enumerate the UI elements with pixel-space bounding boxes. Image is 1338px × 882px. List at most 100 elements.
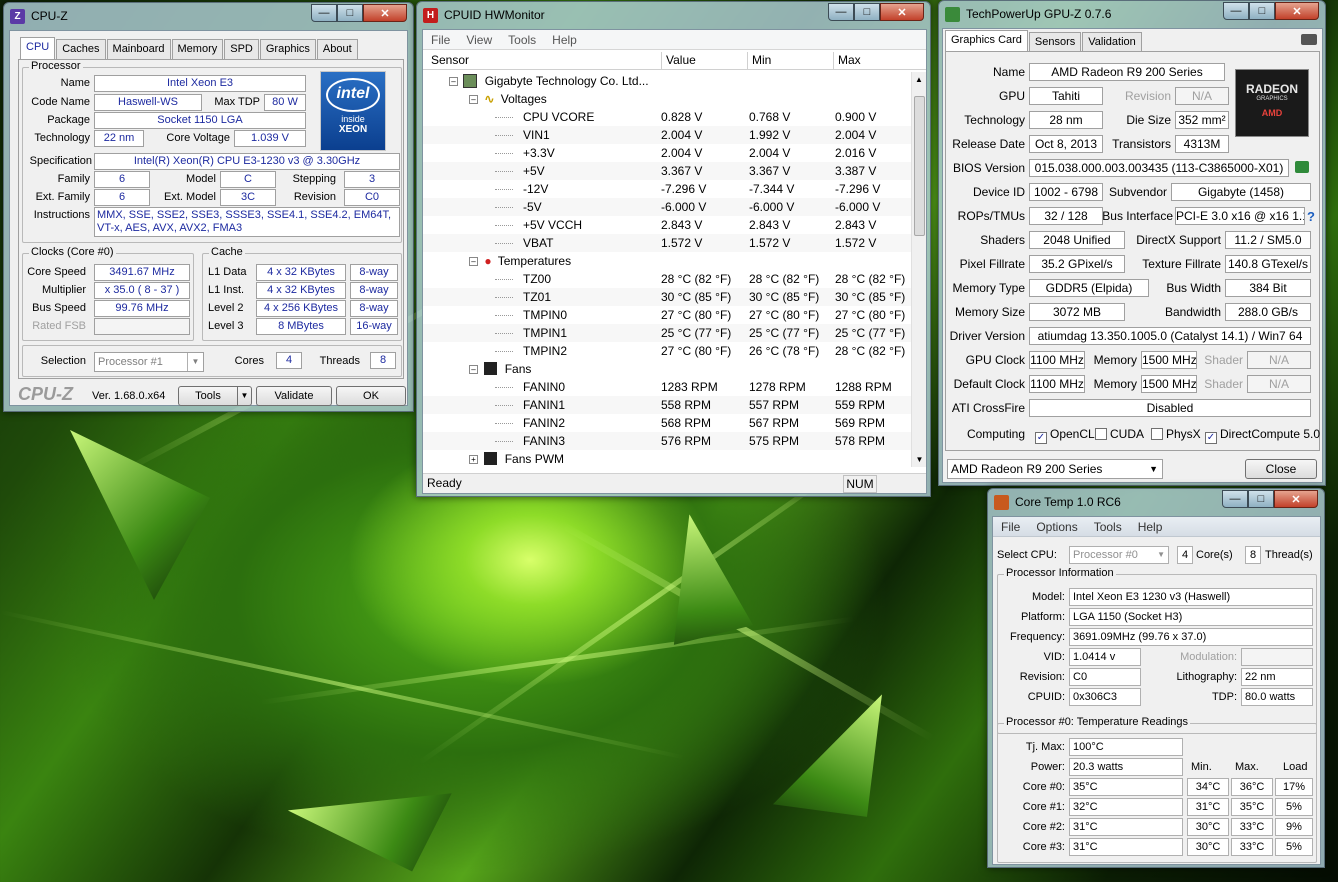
core-load: 5%: [1275, 838, 1313, 856]
sensor-value: 3.367 V: [661, 164, 703, 178]
col-load-label: Load: [1283, 761, 1308, 773]
tab-validation[interactable]: Validation: [1082, 32, 1142, 52]
opencl-checkbox[interactable]: ✓ OpenCL: [1035, 427, 1095, 444]
cores-count: 4: [1177, 546, 1193, 564]
sensor-row[interactable]: -12V -7.296 V -7.344 V -7.296 V: [423, 180, 911, 198]
close-icon[interactable]: ✕: [1275, 2, 1319, 20]
tab-caches[interactable]: Caches: [56, 39, 106, 59]
tab-graphics-card[interactable]: Graphics Card: [945, 30, 1028, 52]
header-value[interactable]: Value: [661, 52, 747, 69]
close-button[interactable]: Close: [1245, 459, 1317, 479]
selectcpu-dropdown[interactable]: Processor #0 ▼: [1069, 546, 1169, 564]
sensor-max: 30 °C (85 °F): [835, 290, 906, 304]
gpuz-tech: 28 nm: [1029, 111, 1103, 129]
revision-value: C0: [1069, 668, 1141, 686]
tab-mainboard[interactable]: Mainboard: [106, 39, 171, 59]
sensor-row[interactable]: TMPIN0 27 °C (80 °F) 27 °C (80 °F) 27 °C (8…: [423, 306, 911, 324]
directcompute-checkbox[interactable]: ✓ DirectCompute 5.0: [1205, 427, 1320, 444]
level2-label: Level 2: [208, 302, 244, 314]
card-select-dropdown[interactable]: AMD Radeon R9 200 Series ▼: [947, 459, 1163, 479]
maximize-icon[interactable]: □: [337, 4, 363, 22]
close-icon[interactable]: ✕: [880, 3, 924, 21]
cuda-checkbox[interactable]: CUDA: [1095, 427, 1144, 441]
sensor-row[interactable]: CPU VCORE 0.828 V 0.768 V 0.900 V: [423, 108, 911, 126]
selection-dropdown[interactable]: Processor #1 ▼: [94, 352, 204, 372]
tree-node-board[interactable]: – Gigabyte Technology Co. Ltd...: [449, 72, 649, 90]
sensor-name: CPU VCORE: [523, 110, 595, 124]
minimize-icon[interactable]: —: [1222, 490, 1248, 508]
sensor-max: 3.387 V: [835, 164, 877, 178]
help-icon[interactable]: ?: [1307, 209, 1315, 224]
scroll-down-icon[interactable]: ▼: [912, 452, 927, 467]
sensor-row[interactable]: +5V VCCH 2.843 V 2.843 V 2.843 V: [423, 216, 911, 234]
sensor-name: FANIN3: [523, 434, 566, 448]
tab-cpu[interactable]: CPU: [20, 37, 56, 59]
close-icon[interactable]: ✕: [1274, 490, 1318, 508]
validate-button[interactable]: Validate: [256, 386, 332, 406]
sensor-row[interactable]: FANIN2 568 RPM 567 RPM 569 RPM: [423, 414, 911, 432]
scroll-up-icon[interactable]: ▲: [912, 72, 926, 87]
vertical-scrollbar[interactable]: ▲ ▼: [911, 72, 926, 467]
menu-file[interactable]: File: [1001, 520, 1020, 534]
sensor-row[interactable]: TMPIN2 27 °C (80 °F) 26 °C (78 °F) 28 °C (8…: [423, 342, 911, 360]
sensor-value: 27 °C (80 °F): [661, 308, 732, 322]
cpuz-window-buttons: — □ ✕: [311, 4, 407, 22]
menu-tools[interactable]: Tools: [1094, 520, 1122, 534]
minimize-icon[interactable]: —: [311, 4, 337, 22]
header-max[interactable]: Max: [833, 52, 913, 69]
sensor-row[interactable]: +5V 3.367 V 3.367 V 3.387 V: [423, 162, 911, 180]
physx-checkbox[interactable]: PhysX: [1151, 427, 1201, 441]
menu-view[interactable]: View: [466, 33, 492, 47]
header-sensor[interactable]: Sensor: [431, 52, 469, 69]
menu-tools[interactable]: Tools: [508, 33, 536, 47]
sensor-min: 2.004 V: [749, 146, 791, 160]
gpuz-devid-label: Device ID: [972, 185, 1025, 199]
maximize-icon[interactable]: □: [854, 3, 880, 21]
tree-line: [495, 297, 513, 298]
extmodel-label: Ext. Model: [164, 191, 216, 203]
tree-node-voltages[interactable]: – ∿ Voltages: [469, 90, 547, 108]
sensor-row[interactable]: -5V -6.000 V -6.000 V -6.000 V: [423, 198, 911, 216]
maximize-icon[interactable]: □: [1248, 490, 1274, 508]
minimize-icon[interactable]: —: [828, 3, 854, 21]
tab-graphics[interactable]: Graphics: [259, 39, 316, 59]
sensor-row[interactable]: FANIN1 558 RPM 557 RPM 559 RPM: [423, 396, 911, 414]
sensor-row[interactable]: FANIN0 1283 RPM 1278 RPM 1288 RPM: [423, 378, 911, 396]
tab-sensors[interactable]: Sensors: [1028, 32, 1082, 52]
menu-file[interactable]: File: [431, 33, 450, 47]
gpuz-rops: 32 / 128: [1029, 207, 1103, 225]
tree-node-fans-pwm[interactable]: + Fans PWM: [469, 450, 564, 467]
sensor-row[interactable]: TZ00 28 °C (82 °F) 28 °C (82 °F) 28 °C (82 …: [423, 270, 911, 288]
sensor-value: 0.828 V: [661, 110, 703, 124]
model-value: Intel Xeon E3 1230 v3 (Haswell): [1069, 588, 1313, 606]
sensor-value: 576 RPM: [661, 434, 712, 448]
tab-memory[interactable]: Memory: [171, 39, 224, 59]
bios-save-icon[interactable]: [1295, 161, 1309, 173]
tab-spd[interactable]: SPD: [224, 39, 259, 59]
menu-options[interactable]: Options: [1036, 520, 1077, 534]
tools-button[interactable]: Tools ▼: [178, 386, 252, 406]
sensor-row[interactable]: FANIN3 576 RPM 575 RPM 578 RPM: [423, 432, 911, 450]
minimize-icon[interactable]: —: [1223, 2, 1249, 20]
tdp-label: TDP:: [1211, 691, 1237, 703]
sensor-row[interactable]: VBAT 1.572 V 1.572 V 1.572 V: [423, 234, 911, 252]
tree-line: [495, 315, 513, 316]
header-min[interactable]: Min: [747, 52, 833, 69]
tree-node-fans[interactable]: – Fans: [469, 360, 531, 378]
menu-help[interactable]: Help: [1138, 520, 1163, 534]
sensor-row[interactable]: TZ01 30 °C (85 °F) 30 °C (85 °F) 30 °C (85 …: [423, 288, 911, 306]
ok-button[interactable]: OK: [336, 386, 406, 406]
hwmonitor-window: H CPUID HWMonitor — □ ✕ File View Tools …: [416, 1, 931, 497]
maximize-icon[interactable]: □: [1249, 2, 1275, 20]
tree-node-temperatures[interactable]: – ● Temperatures: [469, 252, 571, 270]
scrollbar-thumb[interactable]: [914, 96, 925, 236]
sensor-row[interactable]: TMPIN1 25 °C (77 °F) 25 °C (77 °F) 25 °C (7…: [423, 324, 911, 342]
menu-help[interactable]: Help: [552, 33, 577, 47]
sensor-row[interactable]: VIN1 2.004 V 1.992 V 2.004 V: [423, 126, 911, 144]
camera-icon[interactable]: [1301, 34, 1317, 45]
tab-about[interactable]: About: [316, 39, 358, 59]
level3-value: 8 MBytes: [256, 318, 346, 335]
ratedfsb-value: [94, 318, 190, 335]
close-icon[interactable]: ✕: [363, 4, 407, 22]
sensor-row[interactable]: +3.3V 2.004 V 2.004 V 2.016 V: [423, 144, 911, 162]
